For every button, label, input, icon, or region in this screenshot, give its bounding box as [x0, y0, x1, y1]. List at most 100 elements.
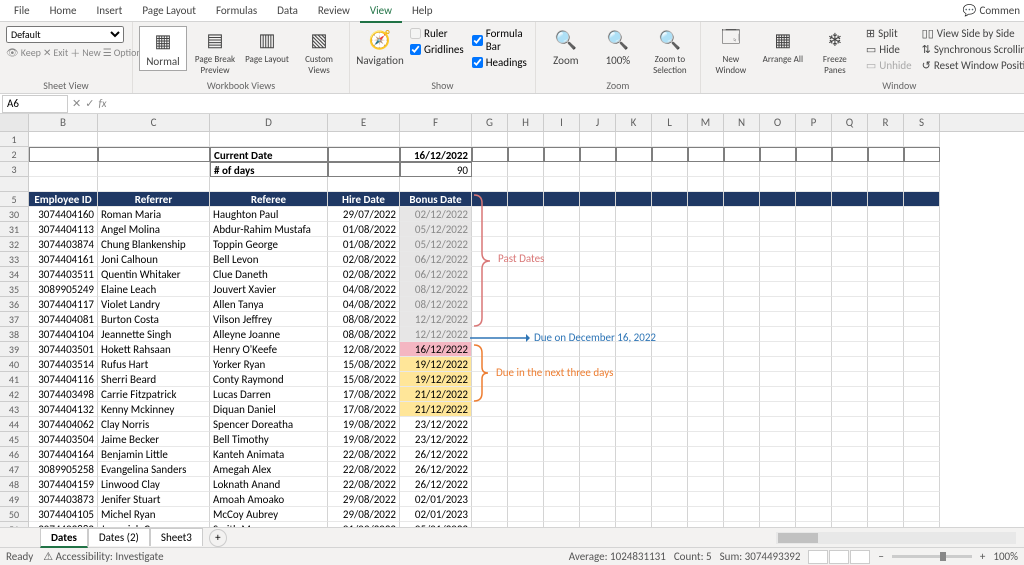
cell[interactable] [472, 462, 508, 477]
row-header-35[interactable]: 35 [0, 282, 28, 297]
cell[interactable] [796, 282, 832, 297]
cell[interactable] [904, 507, 940, 522]
cell[interactable] [760, 357, 796, 372]
cell[interactable]: 05/12/2022 [400, 237, 472, 252]
cell[interactable] [544, 507, 580, 522]
cell[interactable] [760, 207, 796, 222]
cell[interactable] [832, 177, 868, 192]
cell[interactable] [544, 462, 580, 477]
row-header-37[interactable]: 37 [0, 312, 28, 327]
cell[interactable]: 3074403874 [29, 237, 98, 252]
cell[interactable]: 06/12/2022 [400, 252, 472, 267]
cell[interactable]: Bell Levon [210, 252, 328, 267]
normal-view-button[interactable]: ▦Normal [139, 26, 187, 71]
row-header-34[interactable]: 34 [0, 267, 28, 282]
cell[interactable] [580, 132, 616, 147]
view-mode-buttons[interactable] [808, 550, 870, 564]
cell[interactable] [508, 312, 544, 327]
cell[interactable]: Jeannette Singh [98, 327, 210, 342]
cell[interactable] [544, 522, 580, 527]
row-header-42[interactable]: 42 [0, 387, 28, 402]
cell[interactable] [868, 492, 904, 507]
cell[interactable]: 02/12/2022 [400, 207, 472, 222]
cell[interactable]: Linwood Clay [98, 477, 210, 492]
cell[interactable]: Yorker Ryan [210, 357, 328, 372]
cell[interactable]: 3074404117 [29, 297, 98, 312]
cell[interactable] [508, 492, 544, 507]
cell[interactable] [904, 132, 940, 147]
cell[interactable] [760, 147, 796, 162]
sync-scroll-button[interactable]: ⇅ Synchronous Scrolling [919, 42, 1024, 57]
cell[interactable]: # of days [210, 162, 328, 177]
cell[interactable] [724, 327, 760, 342]
cell[interactable] [904, 402, 940, 417]
cell[interactable] [868, 372, 904, 387]
cell[interactable] [904, 147, 940, 162]
cell[interactable] [760, 372, 796, 387]
row-header-38[interactable]: 38 [0, 327, 28, 342]
cell[interactable] [688, 252, 724, 267]
cell[interactable]: 02/08/2022 [328, 252, 400, 267]
cell[interactable] [652, 327, 688, 342]
cell[interactable] [796, 132, 832, 147]
cell[interactable]: 05/01/2023 [400, 522, 472, 527]
cell[interactable] [508, 402, 544, 417]
cell[interactable] [544, 162, 580, 177]
cell[interactable]: Spencer Doreatha [210, 417, 328, 432]
cell[interactable] [868, 402, 904, 417]
cell[interactable] [904, 192, 940, 207]
cell[interactable] [616, 237, 652, 252]
row-header-50[interactable]: 50 [0, 507, 28, 522]
cell[interactable] [580, 447, 616, 462]
ruler-checkbox[interactable]: Ruler [408, 26, 466, 41]
cell[interactable] [508, 507, 544, 522]
navigation-button[interactable]: 🧭Navigation [356, 26, 404, 69]
cell[interactable] [832, 252, 868, 267]
row-header-36[interactable]: 36 [0, 297, 28, 312]
cell[interactable] [796, 387, 832, 402]
cell[interactable] [868, 252, 904, 267]
cell[interactable] [652, 432, 688, 447]
cell[interactable]: 3074404164 [29, 447, 98, 462]
cell[interactable] [760, 462, 796, 477]
cell[interactable] [868, 162, 904, 177]
cell[interactable] [688, 327, 724, 342]
cell[interactable] [832, 477, 868, 492]
cell[interactable] [688, 477, 724, 492]
cell[interactable] [580, 432, 616, 447]
cell[interactable] [796, 162, 832, 177]
cell[interactable] [760, 312, 796, 327]
cell[interactable] [544, 477, 580, 492]
sheet-tab-dates--2-[interactable]: Dates (2) [88, 528, 150, 546]
cell[interactable] [688, 432, 724, 447]
cell[interactable] [544, 282, 580, 297]
row-header-46[interactable]: 46 [0, 447, 28, 462]
cell[interactable] [508, 162, 544, 177]
cell[interactable] [580, 237, 616, 252]
cell[interactable]: Carrie Fitzpatrick [98, 387, 210, 402]
cell[interactable] [580, 207, 616, 222]
cell[interactable] [904, 372, 940, 387]
zoom-slider[interactable] [892, 555, 972, 558]
cell[interactable] [832, 372, 868, 387]
cell[interactable]: 22/08/2022 [328, 477, 400, 492]
cell[interactable] [724, 342, 760, 357]
cell[interactable] [652, 312, 688, 327]
cell[interactable]: 3074404081 [29, 312, 98, 327]
ribbon-tab-help[interactable]: Help [402, 0, 443, 21]
cell[interactable] [688, 387, 724, 402]
cell[interactable] [616, 357, 652, 372]
cell[interactable]: Henry O'Keefe [210, 342, 328, 357]
row-header-41[interactable]: 41 [0, 372, 28, 387]
cell[interactable]: Elaine Leach [98, 282, 210, 297]
cell[interactable]: 21/12/2022 [400, 402, 472, 417]
cell[interactable] [796, 312, 832, 327]
cell[interactable] [688, 192, 724, 207]
cell[interactable] [688, 402, 724, 417]
cell[interactable]: Jaime Becker [98, 432, 210, 447]
cell[interactable] [616, 432, 652, 447]
col-header-Q[interactable]: Q [832, 114, 868, 131]
cell[interactable] [760, 522, 796, 527]
cell[interactable] [652, 507, 688, 522]
cell[interactable] [580, 387, 616, 402]
